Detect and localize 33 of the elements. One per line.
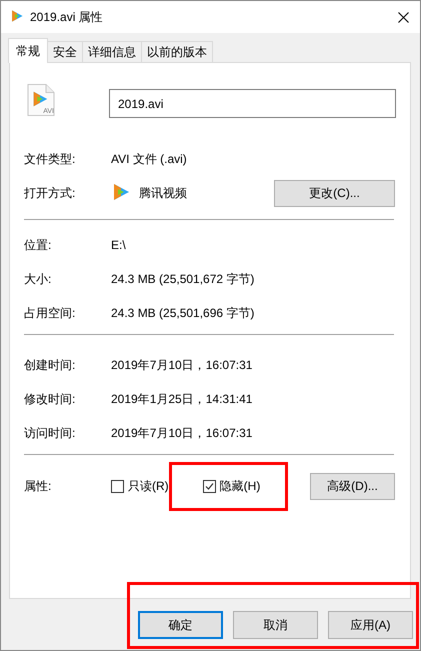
field-value: 2019年7月10日，16:07:31 bbox=[111, 424, 252, 442]
tab[interactable]: 常规 bbox=[8, 38, 48, 63]
app-icon bbox=[10, 8, 24, 22]
field-label: 位置: bbox=[24, 236, 52, 254]
checkbox[interactable] bbox=[111, 480, 124, 492]
checkbox-label[interactable]: 只读(R) bbox=[128, 478, 169, 494]
app-icon bbox=[111, 182, 131, 202]
checkbox-label[interactable]: 隐藏(H) bbox=[220, 478, 260, 494]
change-button[interactable]: 更改(C)... bbox=[274, 180, 395, 206]
field-label: 占用空间: bbox=[24, 304, 76, 322]
field-value: 2019年7月10日，16:07:31 bbox=[111, 356, 252, 374]
field-value: E:\ bbox=[111, 238, 126, 252]
advanced-button[interactable]: 高级(D)... bbox=[310, 472, 395, 500]
field-label: 创建时间: bbox=[24, 356, 76, 374]
field-label: 打开方式: bbox=[24, 184, 76, 202]
dialog-button[interactable]: 取消 bbox=[233, 611, 318, 639]
checkbox[interactable] bbox=[202, 480, 216, 492]
file-name-field[interactable]: 2019.avi bbox=[109, 89, 396, 118]
field-label: 文件类型: bbox=[24, 150, 76, 168]
field-label: 访问时间: bbox=[24, 424, 76, 442]
field-value: 24.3 MB (25,501,696 字节) bbox=[111, 304, 254, 322]
app-name: 腾讯视频 bbox=[139, 184, 187, 202]
dialog-button[interactable]: 应用(A) bbox=[328, 611, 413, 639]
field-value: 2019年1月25日，14:31:41 bbox=[111, 390, 252, 408]
window-title: 2019.avi 属性 bbox=[30, 8, 103, 26]
field-value: 24.3 MB (25,501,672 字节) bbox=[111, 270, 254, 288]
tab[interactable]: 以前的版本 bbox=[141, 41, 213, 62]
field-label: 大小: bbox=[24, 270, 52, 288]
close-icon[interactable] bbox=[398, 12, 409, 22]
field-label: 修改时间: bbox=[24, 390, 76, 408]
dialog-button[interactable]: 确定 bbox=[138, 611, 223, 639]
field-label: 属性: bbox=[24, 478, 52, 494]
field-value: AVI 文件 (.avi) bbox=[111, 150, 187, 168]
